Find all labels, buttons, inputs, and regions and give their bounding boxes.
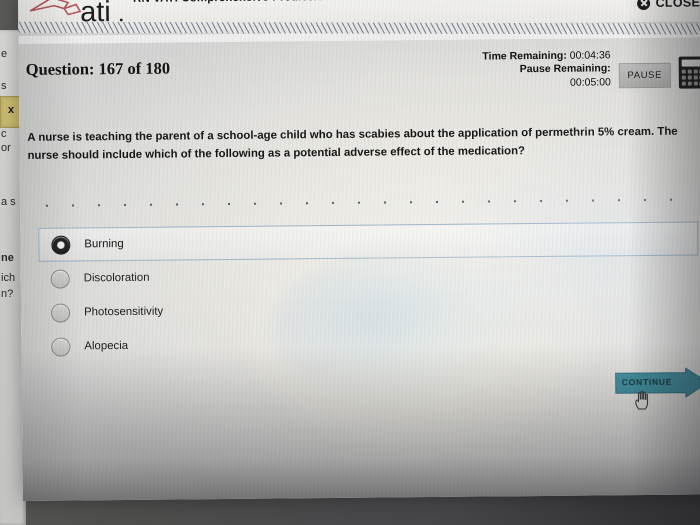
pause-remaining-row: Pause Remaining:: [482, 62, 611, 78]
answer-option-alopecia[interactable]: Alopecia: [39, 323, 699, 363]
exam-title: RN VATI Comprehensive Predictor 2019 For…: [133, 0, 553, 5]
answer-option-label: Burning: [84, 237, 124, 251]
continue-button[interactable]: CONTINUE: [614, 367, 700, 399]
continue-arrow-shape: [615, 367, 700, 399]
answer-options-list: Burning Discoloration Photosensitivity A…: [38, 221, 699, 363]
close-circle-icon: [637, 0, 651, 10]
photo-of-screen: e s x c or a s ne ich n? ati RN VATI Com…: [0, 0, 700, 525]
pause-remaining-label: Pause Remaining:: [519, 62, 611, 76]
pause-remaining-value: 00:05:00: [569, 76, 611, 89]
pause-remaining-value-row: 00:05:00: [483, 76, 611, 91]
radio-button-icon[interactable]: [50, 303, 71, 323]
bg-fragment: e: [1, 48, 8, 60]
bg-fragment: or: [1, 142, 11, 154]
bg-fragment: ich: [1, 272, 16, 284]
exam-application-window: ati RN VATI Comprehensive Predictor 2019…: [18, 0, 700, 501]
bg-fragment: x: [8, 104, 15, 116]
time-remaining-row: Time Remaining: 00:04:36: [482, 49, 610, 64]
radio-button-icon[interactable]: [50, 269, 70, 289]
close-button[interactable]: CLOSE: [637, 0, 700, 10]
bg-fragment: n?: [1, 288, 14, 300]
pause-button[interactable]: PAUSE: [618, 62, 671, 89]
calculator-button[interactable]: [678, 55, 700, 89]
question-number: Question: 167 of 180: [25, 58, 171, 79]
time-remaining-label: Time Remaining:: [482, 49, 567, 63]
answer-option-label: Photosensitivity: [83, 305, 164, 319]
bg-fragment: s: [1, 80, 7, 92]
bg-fragment: ne: [1, 252, 14, 264]
bg-fragment: a s: [1, 196, 16, 208]
answer-option-label: Discoloration: [83, 271, 150, 285]
hatched-divider: [18, 21, 700, 35]
timer-block: Time Remaining: 00:04:36 Pause Remaining…: [482, 49, 611, 91]
bg-fragment: c: [1, 128, 7, 140]
question-stem: A nurse is teaching the parent of a scho…: [27, 125, 678, 162]
radio-button-icon[interactable]: [51, 337, 71, 357]
answer-option-label: Alopecia: [84, 339, 129, 353]
radio-button-icon[interactable]: [51, 235, 71, 255]
calculator-icon: [678, 56, 700, 89]
dotted-separator: [33, 197, 695, 208]
close-button-label: CLOSE: [655, 0, 700, 10]
time-remaining-value: 00:04:36: [569, 49, 611, 62]
